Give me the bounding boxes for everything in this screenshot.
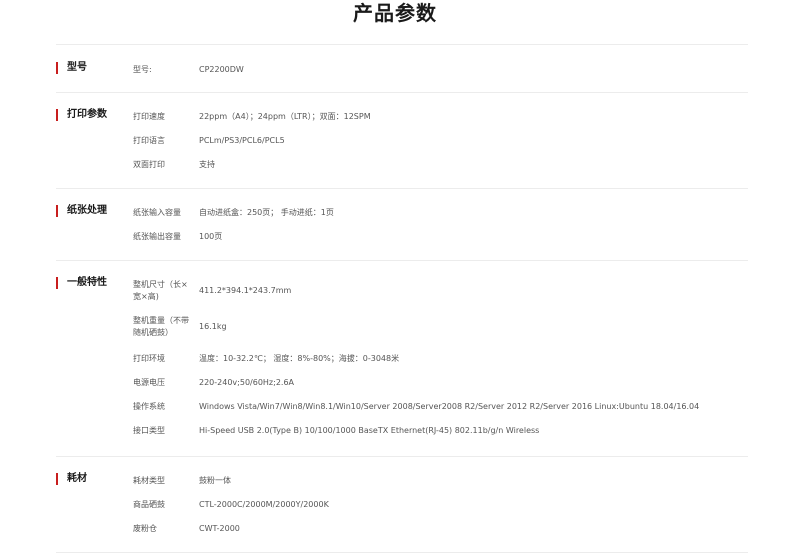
spec-key: 双面打印 (133, 160, 165, 169)
spec-value: CWT-2000 (199, 524, 240, 533)
spec-value: CTL-2000C/2000M/2000Y/2000K (199, 500, 329, 509)
spec-key: 型号: (133, 65, 152, 74)
section-label: 型号 (56, 62, 87, 74)
spec-key: 打印语言 (133, 136, 165, 145)
spec-value: Hi-Speed USB 2.0(Type B) 10/100/1000 Bas… (199, 426, 540, 435)
spec-key: 废粉仓 (133, 524, 157, 533)
spec-key: 操作系统 (133, 402, 165, 411)
section-label: 纸张处理 (56, 205, 107, 217)
spec-key: 整机尺寸（长×宽×高) (133, 280, 188, 301)
spec-section-consumables: 耗材 耗材类型 鼓粉一体 商品硒鼓 CTL-2000C/2000M/2000Y/… (56, 457, 748, 553)
spec-key: 纸张输入容量 (133, 208, 181, 217)
spec-key: 商品硒鼓 (133, 500, 165, 509)
spec-sections: 型号 型号: CP2200DW 打印参数 打印速度 22ppm（A4）；24pp… (56, 45, 748, 553)
spec-value: 411.2*394.1*243.7mm (199, 286, 292, 295)
spec-value: 220-240v;50/60Hz;2.6A (199, 378, 295, 387)
spec-key: 电源电压 (133, 378, 165, 387)
spec-value: CP2200DW (199, 65, 244, 74)
section-label: 耗材 (56, 473, 87, 485)
spec-section-paper: 纸张处理 纸张输入容量 自动进纸盒：250页； 手动进纸：1页 纸张输出容量 1… (56, 189, 748, 261)
section-label: 打印参数 (56, 109, 107, 121)
spec-key: 打印环境 (133, 354, 165, 363)
spec-section-model: 型号 型号: CP2200DW (56, 45, 748, 93)
spec-key: 打印速度 (133, 112, 165, 121)
spec-page: 产品参数 型号 型号: CP2200DW 打印参数 打印速度 22ppm（A4）… (0, 0, 790, 556)
spec-value: 16.1kg (199, 322, 227, 331)
spec-section-print: 打印参数 打印速度 22ppm（A4）；24ppm（LTR）；双面：12SPM … (56, 93, 748, 189)
section-label: 一般特性 (56, 277, 107, 289)
spec-value: 22ppm（A4）；24ppm（LTR）；双面：12SPM (199, 112, 371, 121)
spec-value: PCLm/PS3/PCL6/PCL5 (199, 136, 285, 145)
spec-key: 耗材类型 (133, 476, 165, 485)
spec-value: Windows Vista/Win7/Win8/Win8.1/Win10/Ser… (199, 402, 700, 411)
spec-key: 整机重量（不带随机硒鼓） (133, 316, 189, 337)
spec-key: 纸张输出容量 (133, 232, 181, 241)
spec-value: 支持 (199, 160, 215, 169)
spec-section-general: 一般特性 整机尺寸（长×宽×高) 411.2*394.1*243.7mm 整机重… (56, 261, 748, 457)
spec-value: 温度：10-32.2℃； 湿度：8%-80%；海拔：0-3048米 (199, 354, 400, 363)
spec-value: 100页 (199, 232, 223, 241)
spec-value: 自动进纸盒：250页； 手动进纸：1页 (199, 208, 334, 217)
spec-key: 接口类型 (133, 426, 165, 435)
spec-value: 鼓粉一体 (199, 476, 231, 485)
page-title: 产品参数 (353, 1, 437, 25)
